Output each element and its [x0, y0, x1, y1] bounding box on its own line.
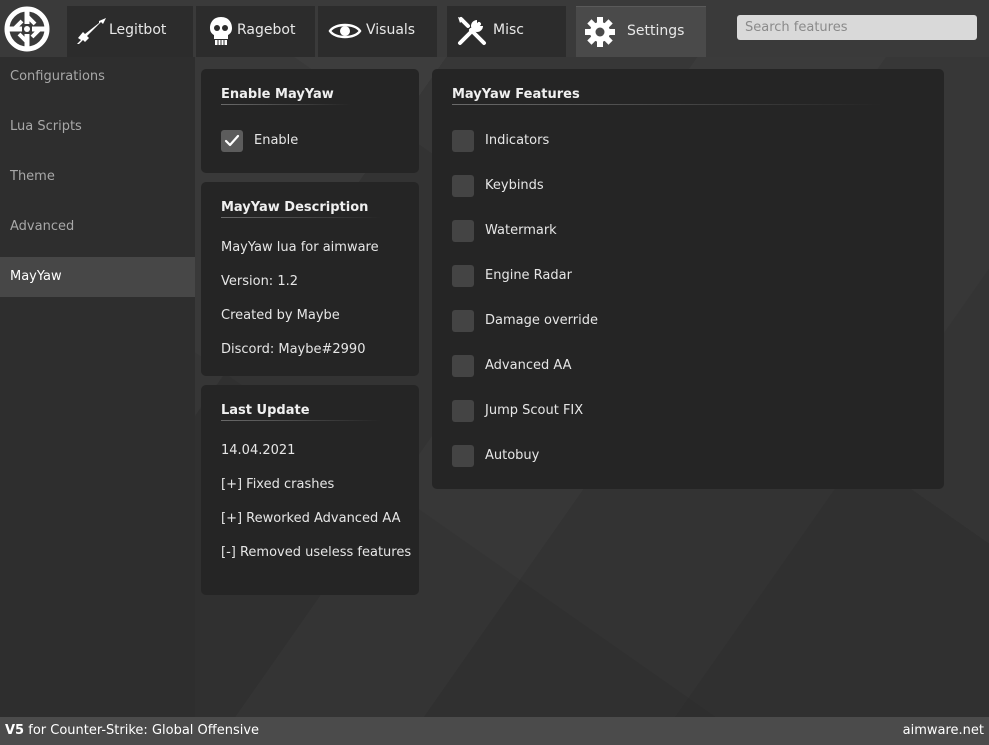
- tools-icon: [455, 14, 489, 48]
- damage-override-checkbox[interactable]: [452, 310, 474, 332]
- advanced-aa-checkbox[interactable]: [452, 355, 474, 377]
- tab-visuals[interactable]: Visuals: [318, 6, 437, 57]
- sidebar-item-configurations[interactable]: Configurations: [0, 57, 195, 97]
- jump-scout-fix-label: Jump Scout FIX: [485, 403, 584, 418]
- game-text: for Counter-Strike: Global Offensive: [24, 723, 260, 738]
- tab-visuals-label: Visuals: [366, 22, 416, 38]
- footer: V5 for Counter-Strike: Global Offensive …: [0, 717, 989, 745]
- engine-radar-label: Engine Radar: [485, 268, 572, 283]
- autobuy-label: Autobuy: [485, 448, 540, 463]
- title-divider: [221, 420, 381, 421]
- version-text: Version: 1.2: [221, 274, 298, 289]
- rifle-icon: [75, 14, 109, 48]
- engine-radar-checkbox[interactable]: [452, 265, 474, 287]
- footer-game-info: V5 for Counter-Strike: Global Offensive: [5, 723, 259, 738]
- keybinds-checkbox[interactable]: [452, 175, 474, 197]
- jump-scout-fix-checkbox[interactable]: [452, 400, 474, 422]
- main-content: Enable MayYaw Enable MayYaw Description …: [195, 57, 989, 717]
- update-date: 14.04.2021: [221, 443, 296, 458]
- tab-settings[interactable]: Settings: [576, 6, 706, 57]
- discord-text: Discord: Maybe#2990: [221, 342, 366, 357]
- advanced-aa-label: Advanced AA: [485, 358, 572, 373]
- tab-legitbot-label: Legitbot: [109, 22, 167, 38]
- features-panel-title: MayYaw Features: [452, 87, 580, 102]
- title-divider: [452, 104, 882, 105]
- enable-panel-title: Enable MayYaw: [221, 87, 334, 102]
- watermark-checkbox[interactable]: [452, 220, 474, 242]
- enable-panel: Enable MayYaw Enable: [201, 69, 419, 173]
- autobuy-checkbox[interactable]: [452, 445, 474, 467]
- damage-override-label: Damage override: [485, 313, 598, 328]
- features-panel: MayYaw Features Indicators Keybinds Wate…: [432, 69, 944, 489]
- changelog-item: [-] Removed useless features: [221, 545, 412, 560]
- description-line: MayYaw lua for aimware: [221, 240, 379, 255]
- title-divider: [221, 217, 381, 218]
- changelog-item: [+] Reworked Advanced AA: [221, 511, 401, 526]
- changelog-item: [+] Fixed crashes: [221, 477, 335, 492]
- sidebar-item-theme[interactable]: Theme: [0, 157, 195, 197]
- sidebar: Configurations Lua Scripts Theme Advance…: [0, 57, 195, 717]
- tab-settings-label: Settings: [627, 23, 685, 39]
- tab-ragebot-label: Ragebot: [237, 22, 296, 38]
- description-panel: MayYaw Description MayYaw lua for aimwar…: [201, 182, 419, 376]
- indicators-checkbox[interactable]: [452, 130, 474, 152]
- tab-ragebot[interactable]: Ragebot: [196, 6, 315, 57]
- sidebar-item-mayyaw[interactable]: MayYaw: [0, 257, 195, 297]
- skull-icon: [204, 14, 238, 48]
- eye-icon: [328, 14, 362, 48]
- sidebar-item-lua-scripts[interactable]: Lua Scripts: [0, 107, 195, 147]
- update-panel: Last Update 14.04.2021 [+] Fixed crashes…: [201, 385, 419, 595]
- top-bar: Legitbot Ragebot Visuals Misc Settings S…: [0, 0, 989, 57]
- tab-misc[interactable]: Misc: [447, 6, 566, 57]
- title-divider: [221, 104, 351, 105]
- author-text: Created by Maybe: [221, 308, 340, 323]
- aimware-logo-icon: [2, 4, 52, 54]
- enable-checkbox-label: Enable: [254, 133, 299, 148]
- gear-icon: [583, 15, 617, 49]
- keybinds-label: Keybinds: [485, 178, 544, 193]
- check-icon: [224, 134, 240, 147]
- watermark-label: Watermark: [485, 223, 557, 238]
- update-panel-title: Last Update: [221, 403, 310, 418]
- description-panel-title: MayYaw Description: [221, 200, 369, 215]
- enable-checkbox[interactable]: [221, 130, 243, 152]
- sidebar-item-advanced[interactable]: Advanced: [0, 207, 195, 247]
- version-badge: V5: [5, 723, 25, 738]
- tab-legitbot[interactable]: Legitbot: [67, 6, 193, 57]
- tab-misc-label: Misc: [493, 22, 524, 38]
- site-link[interactable]: aimware.net: [903, 723, 984, 738]
- search-input[interactable]: [737, 15, 977, 40]
- indicators-label: Indicators: [485, 133, 550, 148]
